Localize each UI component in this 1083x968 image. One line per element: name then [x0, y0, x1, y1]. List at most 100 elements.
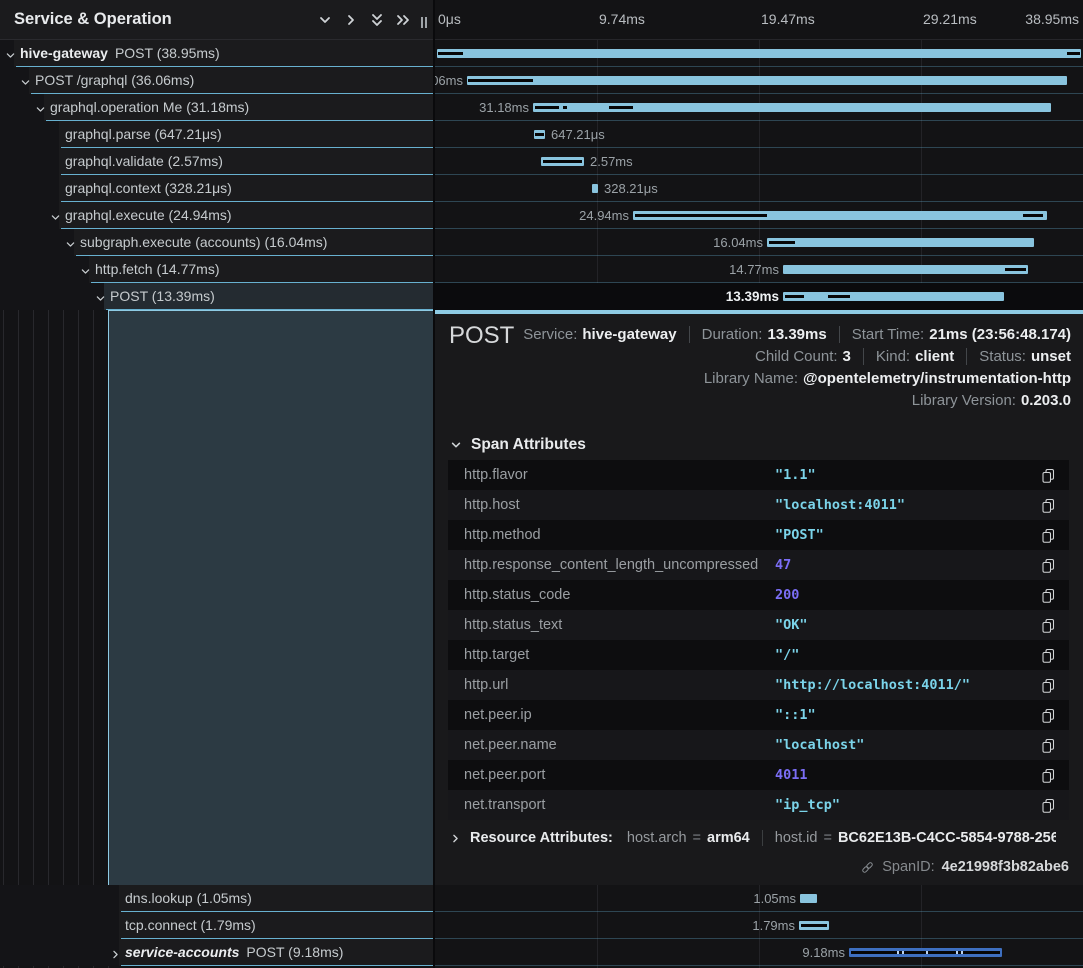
span-bar-row[interactable]: 2.57ms: [435, 148, 1083, 175]
span-bar-row[interactable]: 36.06ms: [435, 67, 1083, 94]
attribute-key: http.target: [448, 647, 775, 663]
timeline-tick: 9.74ms: [599, 0, 645, 39]
chevron-down-icon[interactable]: [50, 210, 61, 221]
span-bar-row[interactable]: 24.94ms: [435, 202, 1083, 229]
span-overview: Service:hive-gateway Duration:13.39ms St…: [523, 326, 1071, 409]
span-row-post-graphql[interactable]: POST /graphql (36.06ms): [0, 67, 434, 94]
column-resize-handle[interactable]: [418, 17, 430, 33]
resource-attributes-toggle[interactable]: Resource Attributes: host.arch = arm64 h…: [450, 830, 1056, 846]
span-bar[interactable]: [783, 265, 1028, 274]
copy-icon[interactable]: [1037, 795, 1057, 815]
span-bar-row-selected[interactable]: 13.39ms: [435, 283, 1083, 310]
overview-label: Duration:: [702, 326, 763, 343]
attribute-row[interactable]: http.status_text"OK": [448, 610, 1069, 640]
resource-key: host.arch: [627, 830, 687, 846]
span-row-subgraph-execute[interactable]: subgraph.execute (accounts) (16.04ms): [0, 229, 434, 256]
chevron-down-icon[interactable]: [95, 291, 106, 302]
copy-icon[interactable]: [1037, 585, 1057, 605]
tree-header-title: Service & Operation: [14, 10, 312, 29]
span-row-http-fetch[interactable]: http.fetch (14.77ms): [0, 256, 434, 283]
span-row-post-selected[interactable]: POST (13.39ms): [0, 283, 434, 310]
span-bar-row[interactable]: 1.79ms: [435, 912, 1083, 939]
copy-icon[interactable]: [1037, 525, 1057, 545]
span-bar[interactable]: [783, 292, 1004, 301]
copy-icon[interactable]: [1037, 765, 1057, 785]
overview-value: 21ms (23:56:48.174): [929, 326, 1071, 343]
expand-all-icon[interactable]: [390, 7, 416, 33]
attribute-key: http.response_content_length_uncompresse…: [448, 557, 775, 573]
span-row-graphql-execute[interactable]: graphql.execute (24.94ms): [0, 202, 434, 229]
span-attributes-toggle[interactable]: Span Attributes: [450, 436, 586, 454]
attribute-row[interactable]: net.transport"ip_tcp": [448, 790, 1069, 820]
timeline-header: 0μs 9.74ms 19.47ms 29.21ms 38.95ms: [435, 0, 1083, 40]
span-bar-row[interactable]: 31.18ms: [435, 94, 1083, 121]
span-bar-row[interactable]: [435, 40, 1083, 67]
copy-icon[interactable]: [1037, 615, 1057, 635]
resource-value: BC62E13B-C4CC-5854-9788-256...: [838, 830, 1056, 846]
chevron-down-icon[interactable]: [65, 237, 76, 248]
copy-icon[interactable]: [1037, 735, 1057, 755]
span-bar-row[interactable]: 16.04ms: [435, 229, 1083, 256]
span-row-graphql-validate[interactable]: graphql.validate (2.57ms): [0, 148, 434, 175]
attribute-row[interactable]: http.method"POST": [448, 520, 1069, 550]
span-bar[interactable]: [800, 894, 817, 903]
overview-label: Status:: [979, 348, 1026, 365]
span-row-graphql-operation[interactable]: graphql.operation Me (31.18ms): [0, 94, 434, 121]
overview-label: Kind:: [876, 348, 910, 365]
span-bar-row[interactable]: 14.77ms: [435, 256, 1083, 283]
span-detail-title: POST: [449, 322, 514, 350]
attribute-row[interactable]: http.url"http://localhost:4011/": [448, 670, 1069, 700]
attribute-row[interactable]: http.target"/": [448, 640, 1069, 670]
copy-icon[interactable]: [1037, 495, 1057, 515]
span-row-graphql-context[interactable]: graphql.context (328.21μs): [0, 175, 434, 202]
chevron-down-icon[interactable]: [80, 264, 91, 275]
chevron-down-icon[interactable]: [35, 102, 46, 113]
copy-icon[interactable]: [1037, 555, 1057, 575]
chevron-right-icon[interactable]: [110, 947, 121, 958]
resource-attributes-title: Resource Attributes:: [470, 830, 613, 846]
attribute-value: 47: [775, 557, 1037, 573]
span-bar[interactable]: [437, 49, 1081, 58]
attribute-key: net.transport: [448, 797, 775, 813]
span-bar-row[interactable]: 9.18ms: [435, 939, 1083, 966]
span-bar[interactable]: [767, 238, 1034, 247]
collapse-one-icon[interactable]: [312, 7, 338, 33]
span-detail-panel: POST Service:hive-gateway Duration:13.39…: [435, 310, 1083, 885]
chevron-down-icon[interactable]: [20, 75, 31, 86]
copy-icon[interactable]: [1037, 705, 1057, 725]
copy-icon[interactable]: [1037, 645, 1057, 665]
span-row-graphql-parse[interactable]: graphql.parse (647.21μs): [0, 121, 434, 148]
copy-icon[interactable]: [1037, 675, 1057, 695]
copy-icon[interactable]: [1037, 465, 1057, 485]
span-bar-row[interactable]: 647.21μs: [435, 121, 1083, 148]
span-row-hive-gateway-post[interactable]: hive-gatewayPOST (38.95ms): [0, 40, 434, 67]
attribute-value: 200: [775, 587, 1037, 603]
span-label: subgraph.execute (accounts) (16.04ms): [80, 229, 430, 255]
span-label: graphql.operation Me (31.18ms): [50, 94, 430, 120]
span-row-service-accounts-post[interactable]: service-accountsPOST (9.18ms): [0, 939, 434, 966]
attribute-row[interactable]: http.flavor"1.1": [448, 460, 1069, 490]
span-row-dns-lookup[interactable]: dns.lookup (1.05ms): [0, 885, 434, 912]
overview-value: hive-gateway: [582, 326, 676, 343]
attribute-row[interactable]: net.peer.port4011: [448, 760, 1069, 790]
attribute-row[interactable]: net.peer.name"localhost": [448, 730, 1069, 760]
attribute-row[interactable]: http.response_content_length_uncompresse…: [448, 550, 1069, 580]
link-icon[interactable]: [860, 860, 875, 875]
resource-value: arm64: [707, 830, 750, 846]
span-bar-row[interactable]: 1.05ms: [435, 885, 1083, 912]
timeline-tick: 29.21ms: [923, 0, 977, 39]
span-bar-row[interactable]: 328.21μs: [435, 175, 1083, 202]
chevron-down-icon[interactable]: [5, 48, 16, 59]
duration-label: 2.57ms: [590, 148, 633, 175]
attribute-row[interactable]: http.host"localhost:4011": [448, 490, 1069, 520]
span-label: graphql.validate (2.57ms): [65, 148, 430, 174]
attribute-row[interactable]: net.peer.ip"::1": [448, 700, 1069, 730]
span-row-tcp-connect[interactable]: tcp.connect (1.79ms): [0, 912, 434, 939]
collapse-all-icon[interactable]: [364, 7, 390, 33]
attribute-key: net.peer.ip: [448, 707, 775, 723]
duration-label: 13.39ms: [726, 283, 779, 310]
expand-one-icon[interactable]: [338, 7, 364, 33]
attribute-row[interactable]: http.status_code200: [448, 580, 1069, 610]
span-bar[interactable]: [592, 184, 598, 193]
span-bar[interactable]: [467, 76, 1067, 85]
